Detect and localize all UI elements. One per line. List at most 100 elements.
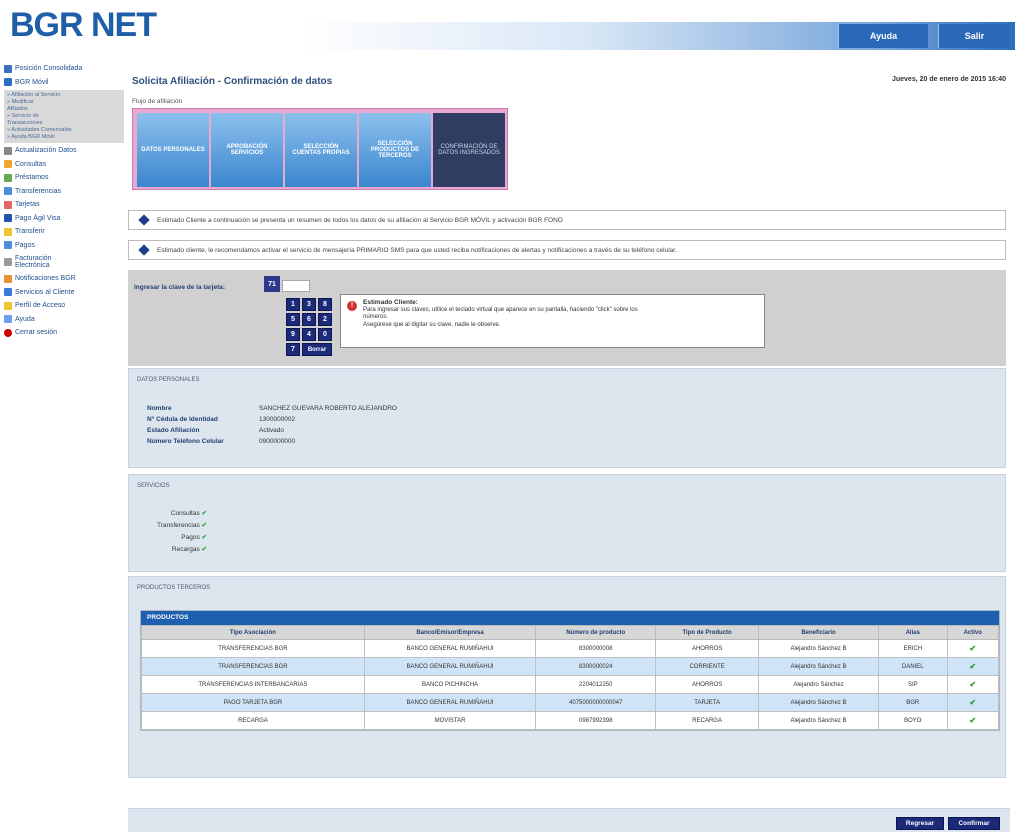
key-button[interactable]: 8 bbox=[318, 298, 332, 311]
cell-type: TRANSFERENCIAS BGR bbox=[141, 657, 365, 676]
step-seleccion-cuentas: SELECCIÓN CUENTAS PROPIAS bbox=[285, 113, 357, 187]
table-header-row: Tipo Asociación Banco/Emisor/Empresa Núm… bbox=[141, 625, 1000, 640]
submenu-item-actividades[interactable]: » Actividades Comerciales bbox=[7, 127, 121, 134]
card-icon bbox=[4, 200, 12, 209]
sidebar-item-label: BGR Móvil bbox=[15, 78, 49, 86]
sidebar-item-actualizacion-datos[interactable]: Actualización Datos bbox=[4, 144, 124, 158]
submenu-item-ayuda-movil[interactable]: » Ayuda BGR Móvil bbox=[7, 134, 121, 141]
sidebar-item-label: Notificaciones BGR bbox=[15, 275, 76, 283]
sidebar-item-label: Consultas bbox=[15, 160, 47, 168]
check-icon: ✔ bbox=[201, 510, 207, 517]
sidebar-item-facturacion[interactable]: Facturación Electrónica bbox=[4, 252, 124, 272]
cell-number: 0987992398 bbox=[535, 711, 657, 730]
submenu-item-modificar[interactable]: » Modificar bbox=[7, 99, 121, 106]
submenu-item-transacciones[interactable]: Transacciones bbox=[7, 120, 121, 127]
table-row[interactable]: TRANSFERENCIAS BGR BANCO GENERAL RUMIÑAH… bbox=[141, 639, 1000, 658]
cell-type: TRANSFERENCIAS BGR bbox=[141, 639, 365, 658]
key-button[interactable]: 7 bbox=[286, 343, 300, 356]
key-button[interactable]: 1 bbox=[286, 298, 300, 311]
sidebar-item-pago-agil-visa[interactable]: Pago Ágil Visa bbox=[4, 212, 124, 226]
sidebar-item-consultas[interactable]: Consultas bbox=[4, 158, 124, 172]
table-row[interactable]: TRANSFERENCIAS BGR BANCO GENERAL RUMIÑAH… bbox=[141, 657, 1000, 676]
personal-row: N° Cédula de Identidad 1300000002 bbox=[147, 416, 295, 423]
cell-number: 8300000008 bbox=[535, 639, 657, 658]
sidebar-submenu-bgr-movil: » Afiliación al Servicio » Modificar Afi… bbox=[4, 90, 124, 143]
field-value: 1300000002 bbox=[259, 416, 296, 423]
clear-key-button[interactable]: Borrar bbox=[302, 343, 332, 356]
sidebar-item-ayuda[interactable]: Ayuda bbox=[4, 313, 124, 327]
products-table: Tipo Asociación Banco/Emisor/Empresa Núm… bbox=[141, 625, 1000, 730]
bottom-action-bar: Regresar Confirmar bbox=[128, 808, 1010, 832]
person-icon bbox=[4, 288, 12, 297]
sidebar-item-transferir[interactable]: Transferir bbox=[4, 225, 124, 239]
key-button[interactable]: 5 bbox=[286, 313, 300, 326]
cell-alias: BGR bbox=[878, 693, 948, 712]
sidebar-item-prestamos[interactable]: Préstamos bbox=[4, 171, 124, 185]
step-datos-personales: DATOS PERSONALES bbox=[137, 113, 209, 187]
sidebar-item-label: Transferir bbox=[15, 228, 45, 236]
table-row[interactable]: PAGO TARJETA BGR BANCO GENERAL RUMIÑAHUI… bbox=[141, 693, 1000, 712]
key-button[interactable]: 2 bbox=[318, 313, 332, 326]
sidebar-item-posicion-consolidada[interactable]: Posición Consolidada bbox=[4, 62, 124, 76]
key-button[interactable]: 6 bbox=[302, 313, 316, 326]
table-row[interactable]: RECARGA MOVISTAR 0987992398 RECARGA Alej… bbox=[141, 711, 1000, 730]
sidebar-item-pagos[interactable]: Pagos bbox=[4, 239, 124, 253]
sidebar-item-perfil-acceso[interactable]: Perfil de Acceso bbox=[4, 299, 124, 313]
sidebar-item-label: Perfil de Acceso bbox=[15, 302, 66, 310]
help-button[interactable]: Ayuda bbox=[838, 24, 928, 48]
bgr-net-logo[interactable]: BGR NET bbox=[10, 6, 157, 45]
sidebar-item-tarjetas[interactable]: Tarjetas bbox=[4, 198, 124, 212]
column-header: Tipo Asociación bbox=[141, 625, 365, 640]
keypad-tab[interactable]: 71 bbox=[264, 276, 280, 292]
key-button[interactable]: 4 bbox=[302, 328, 316, 341]
sidebar-item-servicios-cliente[interactable]: Servicios al Cliente bbox=[4, 286, 124, 300]
info-diamond-icon bbox=[138, 244, 150, 256]
sidebar-item-bgr-movil[interactable]: BGR Móvil bbox=[4, 76, 124, 90]
check-icon: ✔ bbox=[201, 534, 207, 541]
cell-number: 8300000024 bbox=[535, 657, 657, 676]
column-header: Tipo de Producto bbox=[655, 625, 760, 640]
password-input[interactable] bbox=[282, 280, 310, 292]
field-label: Nombre bbox=[147, 405, 172, 412]
key-icon bbox=[4, 301, 12, 310]
sidebar-item-cerrar-sesion[interactable]: Cerrar sesión bbox=[4, 326, 124, 340]
cell-type: TRANSFERENCIAS INTERBANCARIAS bbox=[141, 675, 365, 694]
affiliation-steps: DATOS PERSONALES APROBACIÓN SERVICIOS SE… bbox=[132, 108, 508, 190]
cell-bank: BANCO GENERAL RUMIÑAHUI bbox=[363, 657, 537, 676]
sidebar-item-label: Préstamos bbox=[15, 174, 49, 182]
cell-product-type: RECARGA bbox=[655, 711, 760, 730]
cell-beneficiary: Alejandro Sánchez B bbox=[758, 693, 879, 712]
back-button[interactable]: Regresar bbox=[896, 817, 944, 830]
cell-beneficiary: Alejandro Sánchez bbox=[758, 675, 879, 694]
cell-product-type: AHORROS bbox=[655, 639, 760, 658]
key-button[interactable]: 9 bbox=[286, 328, 300, 341]
column-header: Beneficiario bbox=[758, 625, 879, 640]
products-table-title: PRODUCTOS bbox=[141, 611, 999, 625]
check-icon: ✔ bbox=[201, 522, 207, 529]
cell-bank: BANCO PICHINCHA bbox=[363, 675, 537, 694]
help-icon bbox=[4, 315, 12, 324]
cell-number: 2204012250 bbox=[535, 675, 657, 694]
personal-data-panel: DATOS PERSONALES Nombre SANCHEZ GUEVARA R… bbox=[128, 368, 1006, 468]
sidebar-item-label: Tarjetas bbox=[15, 201, 40, 209]
sidebar-item-transferencias[interactable]: Transferencias bbox=[4, 185, 124, 199]
table-row[interactable]: TRANSFERENCIAS INTERBANCARIAS BANCO PICH… bbox=[141, 675, 1000, 694]
key-button[interactable]: 3 bbox=[302, 298, 316, 311]
column-header: Número de producto bbox=[535, 625, 657, 640]
cell-beneficiary: Alejandro Sánchez B bbox=[758, 657, 879, 676]
personal-row: Estado Afiliación Activado bbox=[147, 427, 284, 434]
column-header: Activo bbox=[946, 625, 1000, 640]
submenu-item-servicio[interactable]: » Servicio de bbox=[7, 113, 121, 120]
sidebar-item-notificaciones[interactable]: Notificaciones BGR bbox=[4, 272, 124, 286]
submenu-item-afiliados[interactable]: Afiliados bbox=[7, 106, 121, 113]
panel-title: SERVICIOS bbox=[137, 483, 170, 489]
confirm-button[interactable]: Confirmar bbox=[948, 817, 1000, 830]
current-date: Jueves, 20 de enero de 2015 16:40 bbox=[891, 76, 1006, 83]
exit-button[interactable]: Salir bbox=[938, 24, 1010, 48]
service-label: Consultas bbox=[170, 510, 200, 517]
key-button[interactable]: 0 bbox=[318, 328, 332, 341]
submenu-item-afiliacion[interactable]: » Afiliación al Servicio bbox=[7, 92, 121, 99]
check-icon: ✔ bbox=[946, 639, 1000, 658]
logout-icon bbox=[4, 328, 12, 337]
info-diamond-icon bbox=[138, 214, 150, 226]
